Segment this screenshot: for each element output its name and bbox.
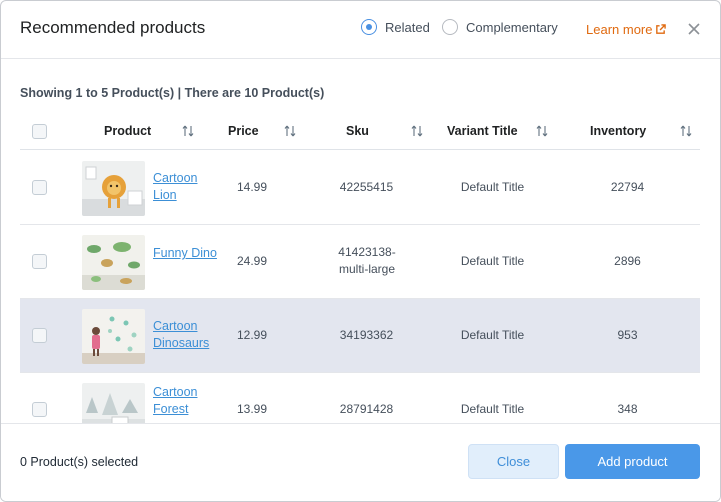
sku-cell: 28791428: [339, 402, 394, 416]
sort-icon[interactable]: [679, 124, 693, 138]
product-thumbnail: [82, 161, 145, 216]
products-table: Product Price Sku Variant Title Inventor…: [20, 113, 700, 423]
sku-cell: 34193362: [339, 328, 394, 342]
close-button[interactable]: Close: [468, 444, 559, 479]
product-thumbnail: [82, 235, 145, 290]
price-cell: 13.99: [236, 402, 268, 416]
radio-related[interactable]: Related: [361, 19, 430, 35]
sku-cell: 41423138-multi-large: [338, 245, 396, 276]
radio-complementary[interactable]: Complementary: [442, 19, 558, 35]
inventory-cell: 2896: [614, 254, 641, 268]
table-header: Product Price Sku Variant Title Inventor…: [20, 113, 700, 150]
radio-related-label: Related: [385, 19, 430, 35]
radio-complementary-label: Complementary: [466, 19, 558, 35]
modal-footer: 0 Product(s) selected Close Add product: [1, 423, 720, 501]
price-cell: 14.99: [236, 180, 268, 194]
add-product-button[interactable]: Add product: [565, 444, 700, 479]
table-row[interactable]: Cartoon Forest 13.99 28791428 Default Ti…: [20, 373, 700, 423]
product-thumbnail: [82, 309, 145, 364]
column-sku[interactable]: Sku: [346, 124, 369, 138]
table-row[interactable]: Cartoon Dinosaurs 12.99 34193362 Default…: [20, 299, 700, 373]
column-price[interactable]: Price: [228, 124, 259, 138]
sort-icon[interactable]: [283, 124, 297, 138]
external-link-icon: [656, 24, 667, 34]
radio-complementary-icon[interactable]: [442, 19, 458, 35]
price-cell: 12.99: [236, 328, 268, 342]
row-checkbox[interactable]: [32, 328, 47, 343]
modal-header: Recommended products Related Complementa…: [1, 1, 720, 59]
column-variant-title[interactable]: Variant Title: [447, 124, 518, 138]
inventory-cell: 22794: [610, 180, 645, 194]
table-row[interactable]: Funny Dino 24.99 41423138-multi-large De…: [20, 225, 700, 299]
sort-icon[interactable]: [410, 124, 424, 138]
variant-cell: Default Title: [460, 254, 525, 268]
results-summary: Showing 1 to 5 Product(s) | There are 10…: [20, 86, 325, 100]
recommended-products-modal: Recommended products Related Complementa…: [0, 0, 721, 502]
inventory-cell: 953: [617, 328, 638, 342]
sort-icon[interactable]: [535, 124, 549, 138]
sku-cell: 42255415: [339, 180, 394, 194]
modal-title: Recommended products: [20, 18, 206, 37]
product-thumbnail: [82, 383, 145, 423]
price-cell: 24.99: [236, 254, 268, 268]
close-icon[interactable]: [687, 22, 701, 36]
column-inventory[interactable]: Inventory: [590, 124, 646, 138]
row-checkbox[interactable]: [32, 402, 47, 417]
learn-more-label: Learn more: [586, 22, 653, 37]
row-checkbox[interactable]: [32, 180, 47, 195]
selected-count: 0 Product(s) selected: [20, 455, 139, 469]
table-row[interactable]: Cartoon Lion 14.99 42255415 Default Titl…: [20, 151, 700, 225]
column-product[interactable]: Product: [104, 124, 151, 138]
variant-cell: Default Title: [460, 180, 525, 194]
row-checkbox[interactable]: [32, 254, 47, 269]
sort-icon[interactable]: [181, 124, 195, 138]
variant-cell: Default Title: [460, 402, 525, 416]
variant-cell: Default Title: [460, 328, 525, 342]
inventory-cell: 348: [617, 402, 638, 416]
radio-related-icon[interactable]: [361, 19, 377, 35]
select-all-checkbox[interactable]: [32, 124, 47, 139]
learn-more-link[interactable]: Learn more: [586, 22, 667, 37]
